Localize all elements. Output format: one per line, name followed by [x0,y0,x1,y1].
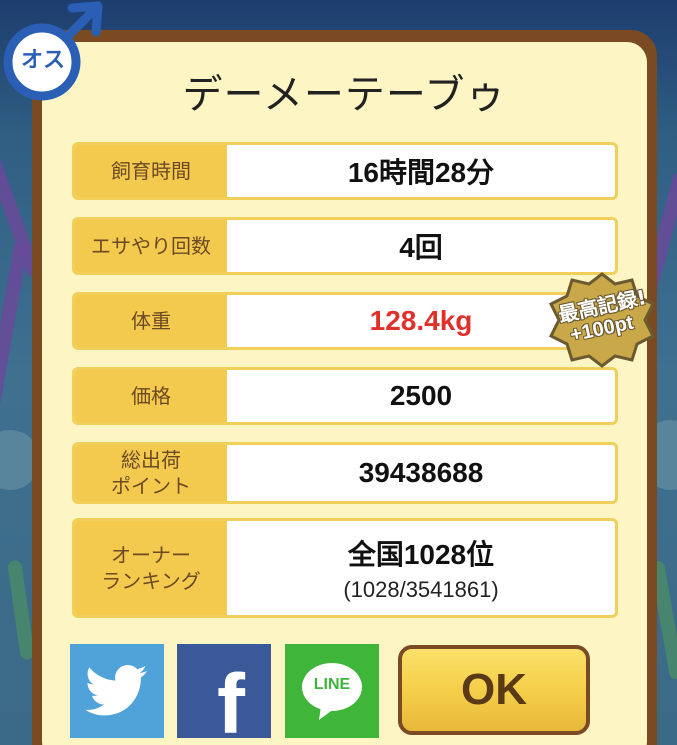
stat-value-text: 128.4kg [369,305,473,336]
stat-value: 全国1028位 (1028/3541861) [227,521,615,615]
ok-button[interactable]: OK [398,645,590,735]
line-share-button[interactable]: LINE [285,644,379,738]
facebook-f-icon: f [217,656,245,745]
stat-row-owner-ranking: オーナー ランキング 全国1028位 (1028/3541861) [72,518,618,618]
stat-value: 39438688 [227,445,615,501]
ranking-value: 全国1028位 [347,539,495,570]
stat-label: オーナー ランキング [75,521,227,615]
stat-row-shipping-points: 総出荷 ポイント 39438688 [72,442,618,504]
stat-row-weight: 体重 128.4kg [72,292,618,350]
character-name: デーメーテーブゥ [182,72,507,118]
ranking-detail: (1028/3541861) [343,577,499,602]
stat-value: 16時間28分 [227,145,615,197]
stat-value-text: 4回 [399,232,443,263]
stat-value-text: 2500 [389,380,453,411]
stat-label: 価格 [75,370,227,422]
stat-label: エサやり回数 [75,220,227,272]
stat-value: 2500 [227,370,615,422]
line-label: LINE [313,676,351,693]
stat-row-price: 価格 2500 [72,367,618,425]
stat-label: 飼育時間 [75,145,227,197]
twitter-bird-icon [85,665,147,716]
twitter-share-button[interactable] [70,644,164,738]
stat-row-breeding-time: 飼育時間 16時間28分 [72,142,618,200]
stat-label: 体重 [75,295,227,347]
stat-row-feeding-count: エサやり回数 4回 [72,217,618,275]
facebook-share-button[interactable]: f [177,644,271,745]
stat-value-text: 16時間28分 [347,157,495,188]
stat-value: 4回 [227,220,615,272]
stat-value-text: 39438688 [358,457,484,488]
stat-label: 総出荷 ポイント [75,445,227,501]
